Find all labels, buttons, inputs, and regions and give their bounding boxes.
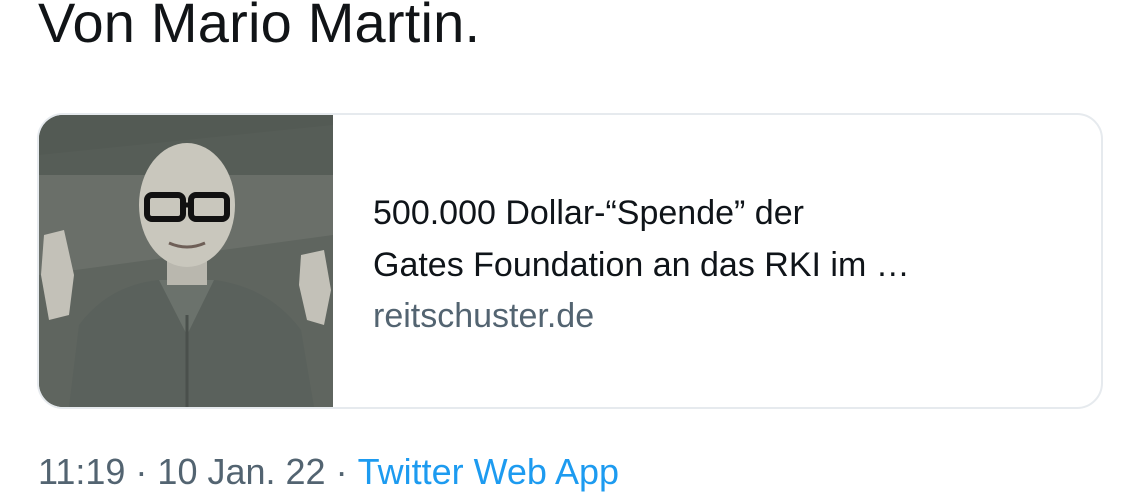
- link-card-domain: reitschuster.de: [373, 297, 595, 335]
- meta-separator: ·: [135, 451, 148, 492]
- link-card-image: [39, 115, 333, 407]
- tweet-meta: 11:19 · 10 Jan. 22 · Twitter Web App: [38, 446, 619, 498]
- link-card[interactable]: 500.000 Dollar-“Spende” der Gates Founda…: [37, 113, 1103, 409]
- tweet-date[interactable]: 10 Jan. 22: [157, 451, 325, 492]
- tweet-source-link[interactable]: Twitter Web App: [358, 451, 619, 492]
- link-card-title-line2: Gates Foundation an das RKI im …: [373, 246, 910, 284]
- meta-separator: ·: [335, 451, 348, 492]
- tweet-time[interactable]: 11:19: [38, 451, 125, 492]
- tweet-text: Von Mario Martin.: [38, 0, 481, 54]
- link-card-title-line1: 500.000 Dollar-“Spende” der: [373, 194, 804, 232]
- link-card-text: 500.000 Dollar-“Spende” der Gates Founda…: [373, 187, 1061, 341]
